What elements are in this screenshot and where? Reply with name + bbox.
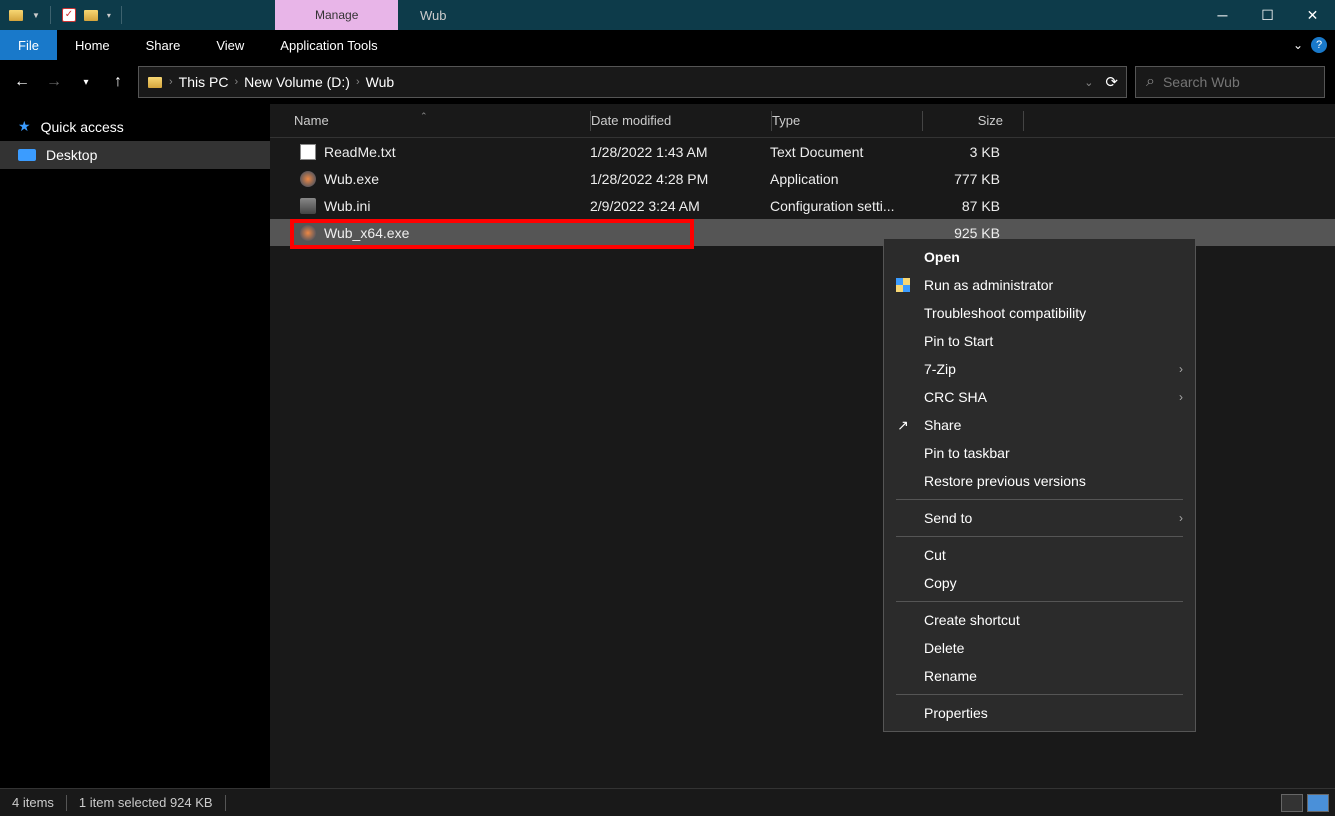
contextual-tab-manage[interactable]: Manage — [275, 0, 398, 30]
tab-view[interactable]: View — [198, 32, 262, 59]
column-header-type[interactable]: Type — [772, 113, 922, 128]
file-type: Application — [770, 171, 920, 187]
status-selection: 1 item selected 924 KB — [79, 795, 213, 810]
ctx-pin-taskbar[interactable]: Pin to taskbar — [884, 439, 1195, 467]
file-size: 3 KB — [920, 144, 1020, 160]
ctx-run-as-admin[interactable]: Run as administrator — [884, 271, 1195, 299]
file-icon — [300, 171, 316, 187]
search-box[interactable]: ⌕ — [1135, 66, 1325, 98]
sidebar-item-label: Quick access — [41, 119, 124, 135]
file-tab[interactable]: File — [0, 30, 57, 60]
column-header-name[interactable]: Name ⌃ — [270, 113, 590, 128]
status-bar: 4 items 1 item selected 924 KB — [0, 788, 1335, 816]
ctx-open[interactable]: Open — [884, 243, 1195, 271]
search-input[interactable] — [1163, 74, 1314, 90]
ctx-rename[interactable]: Rename — [884, 662, 1195, 690]
breadcrumb-item[interactable]: This PC — [179, 74, 229, 90]
chevron-right-icon[interactable]: › — [169, 76, 173, 88]
recent-locations-button[interactable]: ▾ — [74, 70, 98, 94]
sidebar-item-desktop[interactable]: Desktop — [0, 141, 270, 169]
file-row[interactable]: Wub.exe 1/28/2022 4:28 PMApplication777 K… — [270, 165, 1335, 192]
close-button[interactable]: ✕ — [1290, 0, 1335, 30]
file-type: Configuration setti... — [770, 198, 920, 214]
search-icon: ⌕ — [1146, 73, 1155, 91]
file-name: Wub_x64.exe — [324, 225, 409, 241]
chevron-right-icon[interactable]: › — [356, 76, 360, 88]
column-header-size[interactable]: Size — [923, 113, 1023, 128]
file-name: Wub.exe — [324, 171, 379, 187]
address-bar-row: ← → ▾ ↑ › This PC › New Volume (D:) › Wu… — [0, 60, 1335, 104]
title-bar: ▼ ✓ ▾ Manage Wub ─ ☐ ✕ — [0, 0, 1335, 30]
file-type: Text Document — [770, 144, 920, 160]
forward-button[interactable]: → — [42, 70, 66, 94]
shield-icon — [894, 276, 912, 294]
file-date: 1/28/2022 1:43 AM — [590, 144, 770, 160]
chevron-down-icon[interactable]: ▾ — [107, 11, 111, 20]
file-name: Wub.ini — [324, 198, 370, 214]
chevron-down-icon[interactable]: ⌄ — [1084, 76, 1093, 89]
ctx-7zip[interactable]: 7-Zip › — [884, 355, 1195, 383]
ctx-crc-sha[interactable]: CRC SHA › — [884, 383, 1195, 411]
navigation-pane: ★ Quick access Desktop — [0, 104, 270, 788]
ctx-properties[interactable]: Properties — [884, 699, 1195, 727]
star-icon: ★ — [18, 118, 31, 135]
file-row[interactable]: Wub.ini 2/9/2022 3:24 AMConfiguration set… — [270, 192, 1335, 219]
ctx-troubleshoot[interactable]: Troubleshoot compatibility — [884, 299, 1195, 327]
tab-home[interactable]: Home — [57, 32, 128, 59]
status-item-count: 4 items — [12, 795, 54, 810]
address-bar[interactable]: › This PC › New Volume (D:) › Wub ⌄ ⟳ — [138, 66, 1127, 98]
breadcrumb-item[interactable]: New Volume (D:) — [244, 74, 350, 90]
folder-icon[interactable] — [83, 7, 99, 23]
chevron-right-icon: › — [1179, 362, 1183, 376]
ctx-create-shortcut[interactable]: Create shortcut — [884, 606, 1195, 634]
folder-icon — [147, 74, 163, 90]
ctx-restore-versions[interactable]: Restore previous versions — [884, 467, 1195, 495]
back-button[interactable]: ← — [10, 70, 34, 94]
file-icon — [300, 225, 316, 241]
tab-application-tools[interactable]: Application Tools — [262, 32, 395, 59]
file-size: 777 KB — [920, 171, 1020, 187]
breadcrumb-item[interactable]: Wub — [366, 74, 395, 90]
ctx-copy[interactable]: Copy — [884, 569, 1195, 597]
chevron-right-icon[interactable]: › — [234, 76, 238, 88]
ctx-delete[interactable]: Delete — [884, 634, 1195, 662]
thumbnails-view-button[interactable] — [1307, 794, 1329, 812]
share-icon: ↗ — [894, 416, 912, 434]
folder-icon[interactable] — [8, 7, 24, 23]
column-header-date[interactable]: Date modified — [591, 113, 771, 128]
file-row[interactable]: ReadMe.txt 1/28/2022 1:43 AMText Document… — [270, 138, 1335, 165]
expand-ribbon-icon[interactable]: ⌄ — [1293, 38, 1303, 52]
properties-icon[interactable]: ✓ — [61, 7, 77, 23]
sidebar-item-quick-access[interactable]: ★ Quick access — [0, 112, 270, 141]
up-button[interactable]: ↑ — [106, 70, 130, 94]
chevron-right-icon: › — [1179, 390, 1183, 404]
details-view-button[interactable] — [1281, 794, 1303, 812]
column-headers: Name ⌃ Date modified Type Size — [270, 104, 1335, 138]
file-name: ReadMe.txt — [324, 144, 396, 160]
window-title: Wub — [420, 8, 447, 23]
file-date: 2/9/2022 3:24 AM — [590, 198, 770, 214]
ctx-share[interactable]: ↗ Share — [884, 411, 1195, 439]
sidebar-item-label: Desktop — [46, 147, 97, 163]
desktop-icon — [18, 149, 36, 161]
ribbon-tabs: File Home Share View Application Tools ⌄… — [0, 30, 1335, 60]
ctx-send-to[interactable]: Send to › — [884, 504, 1195, 532]
context-menu: Open Run as administrator Troubleshoot c… — [883, 238, 1196, 732]
file-date: 1/28/2022 4:28 PM — [590, 171, 770, 187]
file-icon — [300, 144, 316, 160]
refresh-button[interactable]: ⟳ — [1105, 73, 1118, 91]
help-button[interactable]: ? — [1311, 37, 1327, 53]
file-size: 87 KB — [920, 198, 1020, 214]
chevron-right-icon: › — [1179, 511, 1183, 525]
tab-share[interactable]: Share — [128, 32, 199, 59]
file-icon — [300, 198, 316, 214]
minimize-button[interactable]: ─ — [1200, 0, 1245, 30]
quick-access-toolbar: ▼ ✓ ▾ — [0, 6, 126, 24]
ctx-cut[interactable]: Cut — [884, 541, 1195, 569]
sort-indicator-icon: ⌃ — [420, 111, 428, 122]
file-list-pane: Name ⌃ Date modified Type Size ReadMe.tx… — [270, 104, 1335, 788]
ctx-pin-start[interactable]: Pin to Start — [884, 327, 1195, 355]
maximize-button[interactable]: ☐ — [1245, 0, 1290, 30]
chevron-down-icon[interactable]: ▼ — [32, 11, 40, 20]
